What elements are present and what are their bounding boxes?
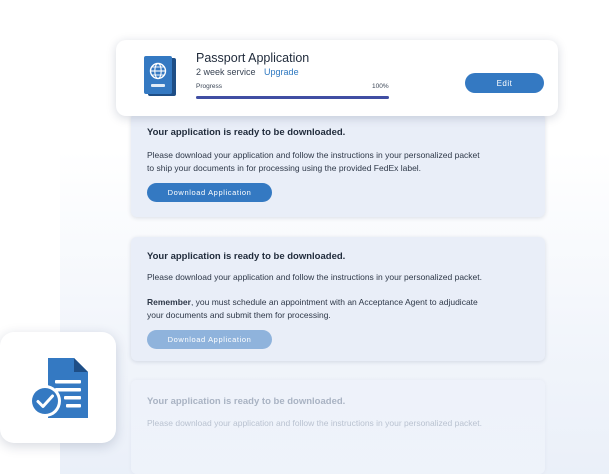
progress-bar-fill (196, 96, 389, 99)
download-ready-card-remember: Your application is ready to be download… (131, 237, 545, 361)
progress-label: Progress (196, 83, 223, 90)
service-line: 2 week service Upgrade (196, 67, 299, 77)
application-header-card: Passport Application 2 week service Upgr… (116, 40, 558, 116)
card-heading: Your application is ready to be download… (147, 127, 346, 138)
card-body-line: Remember, you must schedule an appointme… (147, 296, 531, 309)
document-check-icon (29, 358, 88, 418)
progress-value: 100% (372, 83, 389, 90)
download-application-button[interactable]: Download Application (147, 183, 272, 202)
download-ready-card-faded: Your application is ready to be download… (131, 380, 545, 474)
remember-text: , you must schedule an appointment with … (190, 297, 478, 307)
upgrade-link[interactable]: Upgrade (264, 67, 299, 77)
application-title: Passport Application (196, 51, 310, 65)
remember-label: Remember (147, 297, 191, 307)
progress-bar (196, 96, 389, 99)
download-application-button-disabled[interactable]: Download Application (147, 330, 272, 349)
passport-icon (144, 56, 176, 96)
card-body: Please download your application and fol… (147, 418, 483, 428)
card-remember-note: Remember, you must schedule an appointme… (147, 296, 531, 321)
edit-button[interactable]: Edit (465, 73, 544, 93)
card-body: Please download your application and fol… (147, 149, 531, 174)
card-body-line: your documents and submit them for proce… (147, 309, 331, 320)
card-heading: Your application is ready to be download… (147, 396, 346, 407)
download-ready-card: Your application is ready to be download… (131, 113, 545, 217)
card-body-line: Please download your application and fol… (147, 150, 480, 160)
card-heading: Your application is ready to be download… (147, 251, 346, 262)
document-icon-card (0, 332, 116, 443)
card-body: Please download your application and fol… (147, 272, 483, 282)
card-body-line: to ship your documents in for processing… (147, 162, 422, 173)
service-type: 2 week service (196, 67, 256, 77)
